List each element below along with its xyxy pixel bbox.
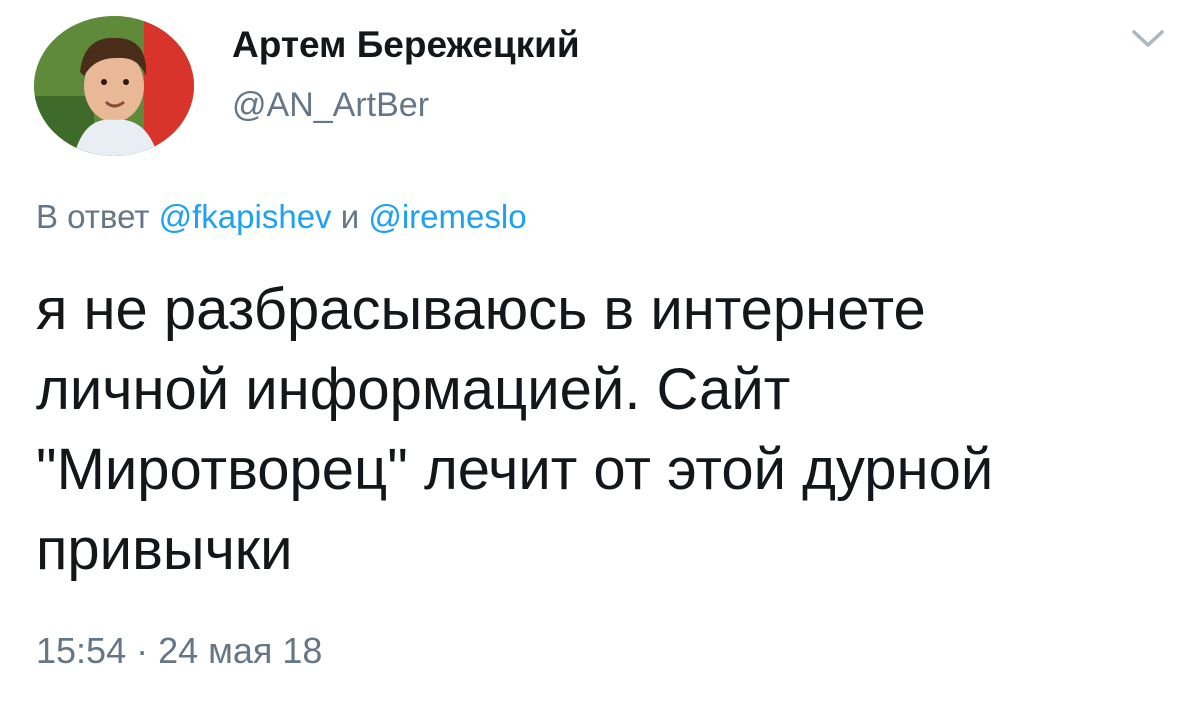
- tweet-timestamp[interactable]: 15:54 · 24 мая 18: [36, 630, 322, 672]
- chevron-down-icon[interactable]: [1128, 26, 1168, 52]
- reply-context: В ответ @fkapishev и @iremeslo: [36, 198, 527, 236]
- reply-mention-fkapishev[interactable]: @fkapishev: [159, 198, 332, 235]
- reply-conjunction: и: [340, 198, 360, 235]
- user-handle[interactable]: @AN_ArtBer: [232, 86, 429, 125]
- avatar[interactable]: [34, 16, 194, 156]
- display-name[interactable]: Артем Бережецкий: [232, 24, 580, 66]
- tweet-text-line: личной информацией. Сайт: [36, 357, 791, 422]
- avatar-photo: [34, 16, 194, 156]
- tweet-text-line: привычки: [36, 517, 293, 582]
- reply-prefix: В ответ: [36, 198, 150, 235]
- tweet-card: Артем Бережецкий @AN_ArtBer В ответ @fka…: [0, 0, 1200, 715]
- tweet-text-line: я не разбрасываюсь в интернете: [36, 277, 926, 342]
- tweet-text: я не разбрасываюсь в интернете личной ин…: [36, 270, 1176, 590]
- tweet-text-line: "Миротворец" лечит от этой дурной: [36, 437, 994, 502]
- reply-mention-iremeslo[interactable]: @iremeslo: [368, 198, 526, 235]
